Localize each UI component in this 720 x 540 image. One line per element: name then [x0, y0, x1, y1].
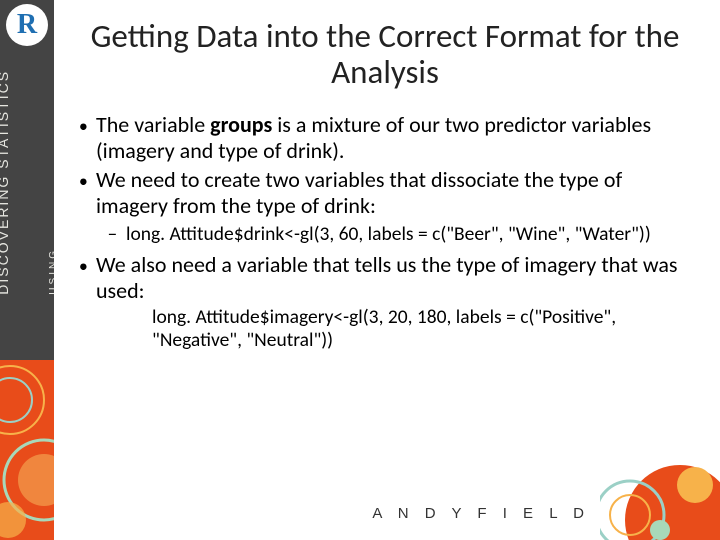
- spine-text-sub: USING: [48, 248, 54, 295]
- r-logo-icon: R: [6, 4, 48, 46]
- decorative-swirl-bottom-right: [600, 460, 720, 540]
- slide: R DISCOVERING STATISTICS USING Getting D…: [0, 0, 720, 540]
- spine-text: DISCOVERING STATISTICS USING: [0, 70, 54, 330]
- author-name: A N D Y F I E L D: [372, 505, 590, 522]
- slide-body: The variable groups is a mixture of our …: [70, 112, 692, 355]
- bullet-1-bold: groups: [210, 111, 272, 138]
- bullet-3: We also need a variable that tells us th…: [96, 252, 692, 352]
- slide-title: Getting Data into the Correct Format for…: [80, 18, 690, 91]
- decorative-swirl-bottom-left: [0, 360, 54, 540]
- bullet-2-code: long. Attitude$drink<-gl(3, 60, labels =…: [126, 223, 692, 246]
- bullet-3-text: We also need a variable that tells us th…: [96, 251, 678, 304]
- spine-text-main: DISCOVERING STATISTICS: [0, 70, 11, 295]
- bullet-2-text: We need to create two variables that dis…: [96, 166, 622, 219]
- bullet-1: The variable groups is a mixture of our …: [96, 112, 692, 164]
- bullet-1-pre: The variable: [96, 111, 210, 138]
- bullet-2: We need to create two variables that dis…: [96, 167, 692, 246]
- bullet-3-code: long. Attitude$imagery<-gl(3, 20, 180, l…: [152, 306, 692, 352]
- book-spine-strip: R DISCOVERING STATISTICS USING: [0, 0, 54, 360]
